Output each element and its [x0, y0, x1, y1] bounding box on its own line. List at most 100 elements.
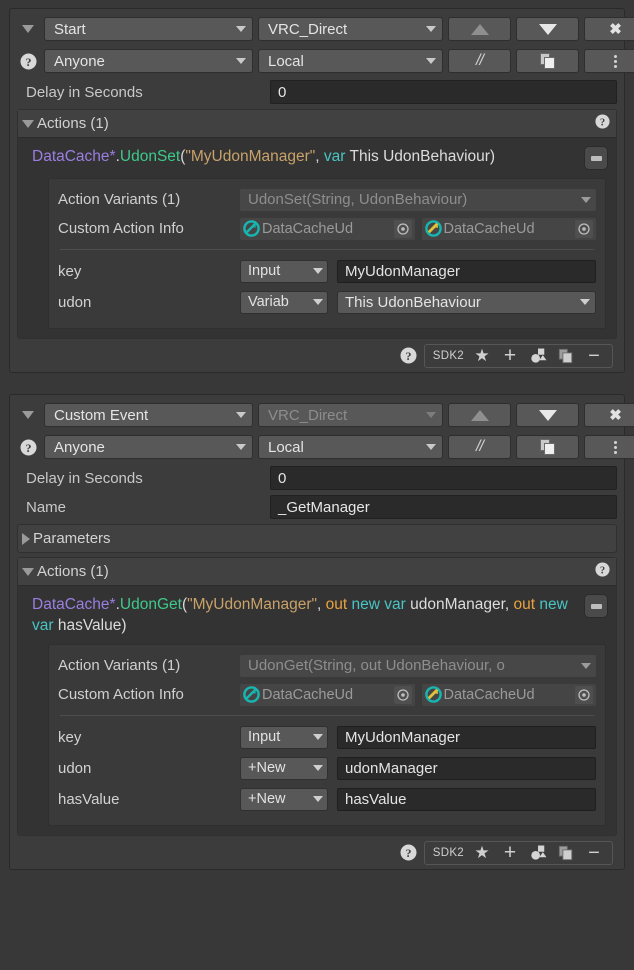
param-mode-label: Input	[248, 729, 281, 745]
copy-icon[interactable]	[552, 842, 580, 864]
object-field-1[interactable]: DataCacheUd	[240, 217, 415, 240]
event-header-row: Start VRC_Direct ✖	[17, 15, 634, 43]
action-details: Action Variants (1) UdonSet(String, Udon…	[48, 178, 606, 329]
object-field-2[interactable]: DataCacheUd	[421, 683, 596, 706]
delay-input[interactable]: 0	[270, 466, 617, 490]
object-field-1[interactable]: DataCacheUd	[240, 683, 415, 706]
comment-icon: //	[476, 438, 484, 455]
foldout-toggle[interactable]	[17, 404, 39, 426]
delete-event-button[interactable]: ✖	[584, 17, 634, 41]
param-row-key: key Input MyUdonManager	[58, 724, 596, 750]
action-variants-row: Action Variants (1) UdonSet(String, Udon…	[58, 186, 596, 213]
remove-action-button[interactable]	[584, 146, 608, 170]
chevron-down-icon	[236, 26, 246, 32]
target-dropdown[interactable]: Anyone	[44, 49, 253, 73]
more-options-button[interactable]	[584, 49, 634, 73]
shapes-icon[interactable]	[524, 345, 552, 367]
target-label: Anyone	[54, 438, 105, 456]
object-picker-button-2[interactable]	[575, 219, 593, 238]
object-field-2[interactable]: DataCacheUd	[421, 217, 596, 240]
event-type-dropdown[interactable]: Start	[44, 17, 253, 41]
action-variants-value: UdonGet(String, out UdonBehaviour, o	[248, 657, 505, 674]
param-value-text: hasValue	[345, 790, 407, 808]
help-icon[interactable]: ?	[400, 844, 417, 861]
name-label: Name	[26, 498, 67, 516]
code-mid: udonManager,	[405, 596, 514, 613]
param-value-input[interactable]: MyUdonManager	[337, 259, 596, 283]
chevron-down-icon	[22, 567, 34, 576]
move-down-button[interactable]	[516, 17, 579, 41]
help-icon[interactable]: ?	[17, 50, 39, 72]
actions-section-header[interactable]: Actions (1) ?	[18, 558, 616, 585]
delete-event-button[interactable]: ✖	[584, 403, 634, 427]
udon-script-arrow-icon	[424, 686, 442, 703]
name-input[interactable]: _GetManager	[270, 495, 617, 519]
chevron-down-icon	[581, 662, 591, 669]
comment-button[interactable]: //	[448, 435, 511, 459]
parameters-section-header[interactable]: Parameters	[18, 525, 616, 552]
param-name: hasValue	[58, 790, 120, 808]
code-tail: hasValue)	[53, 617, 127, 634]
more-options-button[interactable]	[584, 435, 634, 459]
actions-section-header[interactable]: Actions (1) ?	[18, 110, 616, 137]
copy-button[interactable]	[516, 49, 579, 73]
param-mode-dropdown[interactable]: Variab	[240, 290, 328, 314]
custom-action-info-label: Custom Action Info	[58, 220, 184, 237]
object-picker-button-1[interactable]	[393, 685, 412, 704]
event-type-dropdown[interactable]: Custom Event	[44, 403, 253, 427]
svg-text:?: ?	[600, 117, 605, 128]
help-icon[interactable]: ?	[595, 562, 610, 581]
move-up-button[interactable]	[448, 403, 511, 427]
param-mode-dropdown[interactable]: +New	[240, 756, 328, 780]
network-type-dropdown[interactable]: VRC_Direct	[258, 17, 443, 41]
action-variants-dropdown[interactable]: UdonGet(String, out UdonBehaviour, o	[240, 654, 596, 677]
chevron-down-icon	[426, 412, 436, 418]
favorite-icon[interactable]: ★	[468, 345, 496, 367]
param-mode-dropdown[interactable]: Input	[240, 259, 328, 283]
move-down-button[interactable]	[516, 403, 579, 427]
custom-action-info-row: Custom Action Info DataCacheUd DataCache…	[58, 215, 596, 242]
block-footer-toolbar: ? SDK2 ★ + −	[17, 339, 617, 372]
param-value-input[interactable]: udonManager	[337, 756, 596, 780]
help-icon[interactable]: ?	[400, 347, 417, 364]
target-dropdown[interactable]: Anyone	[44, 435, 253, 459]
favorite-icon[interactable]: ★	[468, 842, 496, 864]
param-mode-dropdown[interactable]: +New	[240, 787, 328, 811]
actions-section: Actions (1) ? DataCache*.UdonSet("MyUdon…	[17, 109, 617, 339]
comment-button[interactable]: //	[448, 49, 511, 73]
help-icon[interactable]: ?	[595, 114, 610, 133]
object-picker-button-2[interactable]	[575, 685, 593, 704]
action-signature: DataCache*.UdonGet("MyUdonManager", out …	[24, 594, 584, 636]
network-type-dropdown[interactable]: VRC_Direct	[258, 403, 443, 427]
actions-body: DataCache*.UdonGet("MyUdonManager", out …	[18, 585, 616, 835]
remove-action-button[interactable]	[584, 594, 608, 618]
more-vertical-icon	[614, 54, 617, 68]
scope-dropdown[interactable]: Local	[258, 49, 443, 73]
custom-action-info-fields: DataCacheUd DataCacheUd	[240, 683, 596, 706]
copy-button[interactable]	[516, 435, 579, 459]
actions-section: Actions (1) ? DataCache*.UdonGet("MyUdon…	[17, 557, 617, 836]
scope-label: Local	[268, 438, 304, 456]
chevron-down-icon	[236, 58, 246, 64]
action-variants-row: Action Variants (1) UdonGet(String, out …	[58, 652, 596, 679]
foldout-toggle[interactable]	[17, 18, 39, 40]
move-up-button[interactable]	[448, 17, 511, 41]
scope-dropdown[interactable]: Local	[258, 435, 443, 459]
add-action-icon[interactable]: +	[496, 345, 524, 367]
event-options-row: ? Anyone Local //	[17, 47, 634, 75]
delay-input[interactable]: 0	[270, 80, 617, 104]
remove-icon[interactable]: −	[580, 345, 608, 367]
remove-icon[interactable]: −	[580, 842, 608, 864]
param-value-input[interactable]: MyUdonManager	[337, 725, 596, 749]
help-icon[interactable]: ?	[17, 436, 39, 458]
shapes-icon[interactable]	[524, 842, 552, 864]
action-variants-dropdown[interactable]: UdonSet(String, UdonBehaviour)	[240, 188, 596, 211]
object-field-2-name: DataCacheUd	[443, 686, 535, 703]
param-value-text: This UdonBehaviour	[345, 293, 481, 311]
object-picker-button-1[interactable]	[393, 219, 412, 238]
param-mode-dropdown[interactable]: Input	[240, 725, 328, 749]
copy-icon[interactable]	[552, 345, 580, 367]
add-action-icon[interactable]: +	[496, 842, 524, 864]
param-value-input[interactable]: hasValue	[337, 787, 596, 811]
param-value-dropdown[interactable]: This UdonBehaviour	[337, 290, 596, 314]
